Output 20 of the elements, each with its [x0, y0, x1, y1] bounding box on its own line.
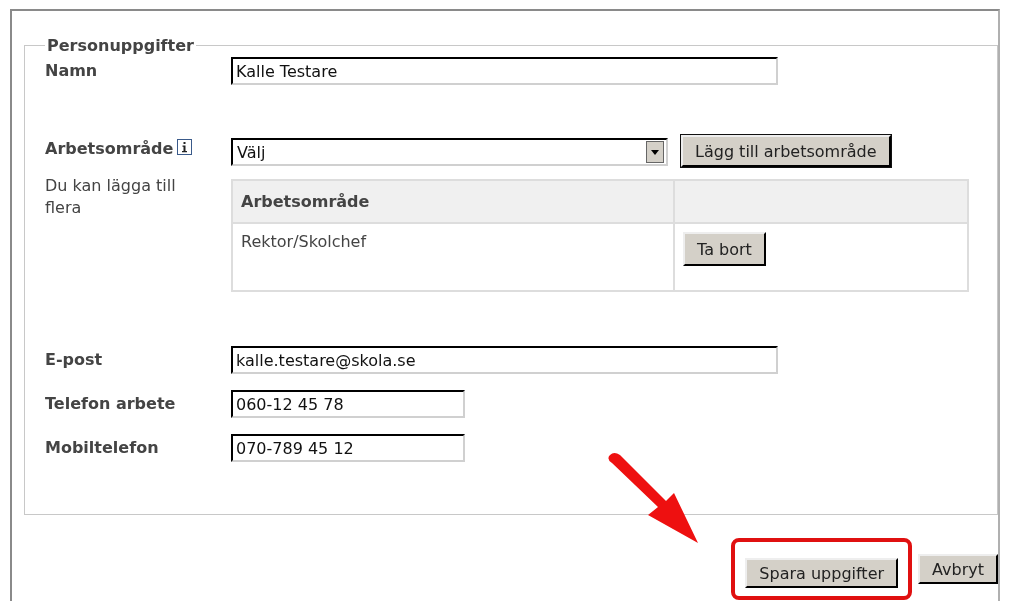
name-field[interactable]: Kalle Testare: [231, 57, 778, 85]
remove-button[interactable]: Ta bort: [683, 232, 766, 266]
table-cell: Rektor/Skolchef: [232, 223, 674, 291]
field-label: E-post: [45, 350, 103, 369]
text-field[interactable]: kalle.testare@skola.se: [231, 346, 778, 374]
add-work-area-button[interactable]: Lägg till arbetsområde: [681, 135, 891, 167]
field-label: Arbetsområde: [45, 139, 174, 158]
field-label: Mobiltelefon: [45, 438, 159, 457]
section-title: Personuppgifter: [46, 36, 195, 55]
text-field[interactable]: 060-12 45 78: [231, 390, 465, 418]
field-label: Telefon arbete: [45, 394, 176, 413]
caret-icon: [651, 149, 659, 155]
work-area-dropdown[interactable]: Välj: [231, 138, 668, 166]
column-header: Arbetsområde: [232, 180, 674, 223]
hint-text: Du kan lägga till flera: [45, 175, 177, 219]
text-field[interactable]: 070-789 45 12: [231, 434, 465, 462]
form-button[interactable]: Avbryt: [918, 554, 998, 584]
form-button[interactable]: Spara uppgifter: [745, 558, 899, 588]
info-icon[interactable]: [177, 139, 193, 155]
field-label: Namn: [45, 61, 98, 80]
